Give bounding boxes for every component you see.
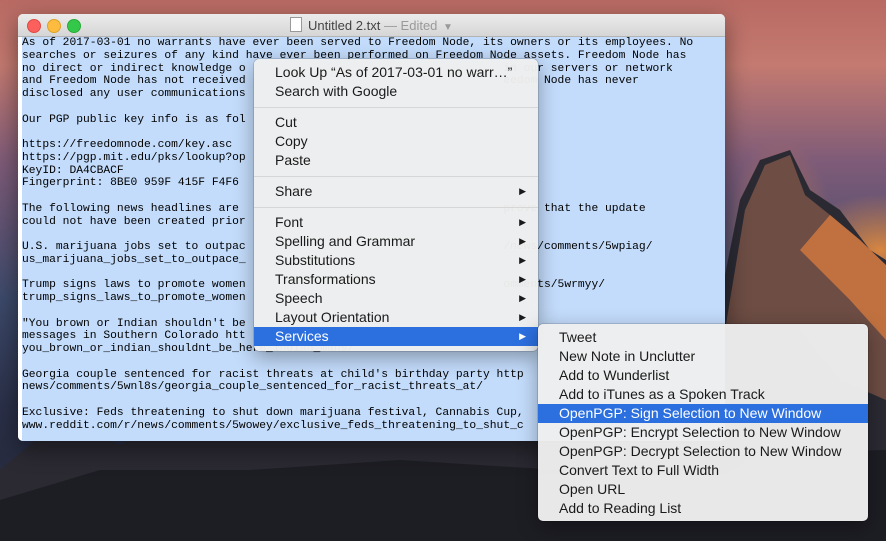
services-item[interactable]: Convert Text to Full Width <box>538 461 868 480</box>
window-title: Untitled 2.txt — Edited ▼ <box>18 17 725 33</box>
menu-item-label: Services <box>275 328 329 344</box>
chevron-down-icon[interactable]: ▼ <box>443 22 453 33</box>
menu-separator <box>254 176 538 177</box>
submenu-arrow-icon: ▶ <box>519 274 526 284</box>
submenu-arrow-icon: ▶ <box>519 236 526 246</box>
menu-item-search-google[interactable]: Search with Google <box>254 82 538 101</box>
menu-item-label: Font <box>275 214 304 230</box>
services-item-label: OpenPGP: Sign Selection to New Window <box>559 405 822 421</box>
context-menu: Look Up “As of 2017-03-01 no warr…” Sear… <box>254 59 538 351</box>
services-item-label: Add to Wunderlist <box>559 367 670 383</box>
menu-item-share[interactable]: Share ▶ <box>254 182 538 201</box>
services-item[interactable]: Add to iTunes as a Spoken Track <box>538 385 868 404</box>
menu-item-look-up[interactable]: Look Up “As of 2017-03-01 no warr…” <box>254 63 538 82</box>
services-item-label: OpenPGP: Encrypt Selection to New Window <box>559 424 841 440</box>
menu-item-label: Paste <box>275 152 311 168</box>
document-icon <box>290 17 303 32</box>
edited-status: — Edited <box>383 18 438 33</box>
services-item-label: New Note in Unclutter <box>559 348 696 364</box>
submenu-arrow-icon: ▶ <box>519 312 526 322</box>
menu-item-substitutions[interactable]: Substitutions ▶ <box>254 251 538 270</box>
services-item[interactable]: OpenPGP: Encrypt Selection to New Window <box>538 423 868 442</box>
menu-item-services[interactable]: Services ▶ <box>254 327 538 346</box>
services-item-label: Tweet <box>559 329 597 345</box>
menu-item-label: Transformations <box>275 271 376 287</box>
menu-item-paste[interactable]: Paste <box>254 151 538 170</box>
services-item[interactable]: Add to Wunderlist <box>538 366 868 385</box>
services-item[interactable]: OpenPGP: Sign Selection to New Window <box>538 404 868 423</box>
services-item-label: Add to iTunes as a Spoken Track <box>559 386 765 402</box>
title-bar[interactable]: Untitled 2.txt — Edited ▼ <box>18 14 725 37</box>
services-item-label: Open URL <box>559 481 626 497</box>
menu-item-copy[interactable]: Copy <box>254 132 538 151</box>
menu-item-label: Share <box>275 183 313 199</box>
submenu-arrow-icon: ▶ <box>519 331 526 341</box>
menu-item-layout-orientation[interactable]: Layout Orientation ▶ <box>254 308 538 327</box>
menu-item-cut[interactable]: Cut <box>254 113 538 132</box>
services-item-label: Add to Reading List <box>559 500 682 516</box>
services-item[interactable]: OpenPGP: Decrypt Selection to New Window <box>538 442 868 461</box>
menu-item-label: Spelling and Grammar <box>275 233 416 249</box>
submenu-arrow-icon: ▶ <box>519 217 526 227</box>
menu-item-label: Speech <box>275 290 323 306</box>
menu-item-label: Search with Google <box>275 83 398 99</box>
menu-item-label: Layout Orientation <box>275 309 390 325</box>
services-item-label: OpenPGP: Decrypt Selection to New Window <box>559 443 842 459</box>
services-item[interactable]: Add to Reading List <box>538 499 868 518</box>
services-submenu: Tweet New Note in Unclutter Add to Wunderl… <box>538 324 868 521</box>
submenu-arrow-icon: ▶ <box>519 293 526 303</box>
window-title-text: Untitled 2.txt <box>308 18 381 33</box>
services-item[interactable]: Open URL <box>538 480 868 499</box>
menu-item-font[interactable]: Font ▶ <box>254 213 538 232</box>
menu-item-spelling[interactable]: Spelling and Grammar ▶ <box>254 232 538 251</box>
menu-item-transformations[interactable]: Transformations ▶ <box>254 270 538 289</box>
menu-item-label: Look Up “As of 2017-03-01 no warr…” <box>275 64 513 80</box>
menu-item-label: Cut <box>275 114 297 130</box>
document-line[interactable]: As of 2017-03-01 no warrants have ever b… <box>22 37 725 50</box>
menu-item-label: Copy <box>275 133 308 149</box>
menu-item-speech[interactable]: Speech ▶ <box>254 289 538 308</box>
services-item[interactable]: New Note in Unclutter <box>538 347 868 366</box>
submenu-arrow-icon: ▶ <box>519 255 526 265</box>
menu-separator <box>254 207 538 208</box>
menu-separator <box>254 107 538 108</box>
menu-item-label: Substitutions <box>275 252 356 268</box>
services-item-label: Convert Text to Full Width <box>559 462 720 478</box>
services-item[interactable]: Tweet <box>538 328 868 347</box>
submenu-arrow-icon: ▶ <box>519 186 526 196</box>
